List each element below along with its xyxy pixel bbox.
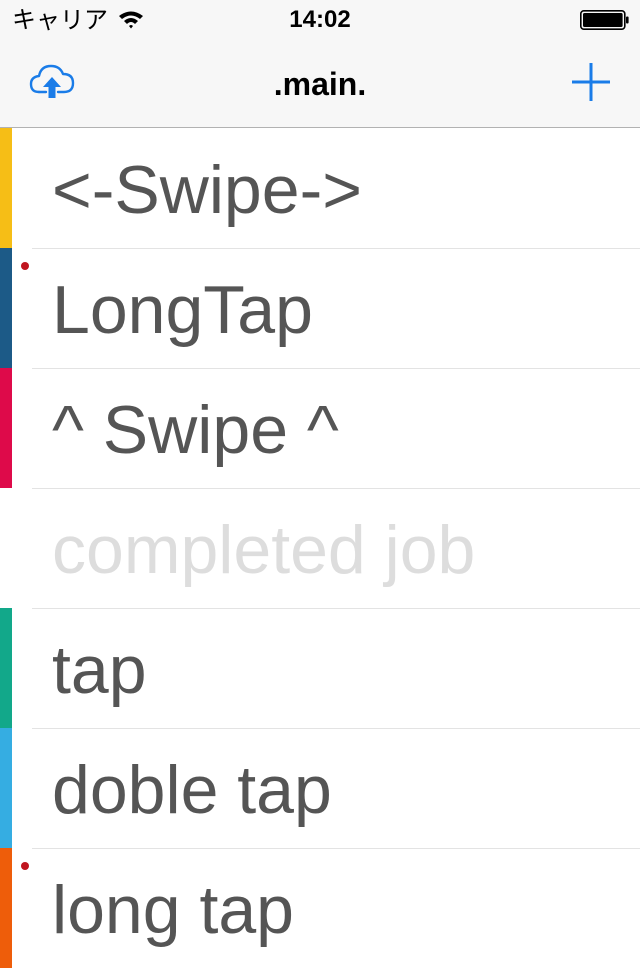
page-title: .main. — [273, 66, 367, 102]
list-item[interactable]: <-Swipe-> — [0, 128, 640, 248]
item-label: <-Swipe-> — [52, 152, 362, 228]
item-label: long tap — [52, 872, 294, 948]
task-list: <-Swipe-> LongTap ^ Swipe ^ completed jo… — [0, 128, 640, 968]
item-label: ^ Swipe ^ — [52, 392, 339, 468]
item-color-bar — [0, 728, 12, 848]
item-dot-indicator — [21, 862, 29, 870]
item-color-bar — [0, 848, 12, 968]
list-item[interactable]: completed job — [0, 488, 640, 608]
item-color-bar — [0, 368, 12, 488]
list-item[interactable]: LongTap — [0, 248, 640, 368]
item-label: tap — [52, 632, 147, 708]
item-color-bar — [0, 248, 12, 368]
item-label: completed job — [52, 512, 476, 588]
battery-icon — [580, 10, 629, 30]
item-dot-indicator — [21, 262, 29, 270]
list-item[interactable]: ^ Swipe ^ — [0, 368, 640, 488]
list-item[interactable]: tap — [0, 608, 640, 728]
plus-icon[interactable] — [570, 61, 612, 103]
list-item[interactable]: doble tap — [0, 728, 640, 848]
item-label: doble tap — [52, 752, 332, 828]
status-time: 14:02 — [289, 6, 351, 33]
item-label: LongTap — [52, 272, 313, 348]
item-color-bar — [0, 128, 12, 248]
list-item[interactable]: long tap — [0, 848, 640, 968]
navigation-bar: .main. — [0, 40, 640, 128]
top-bar: キャリア 14:02 .main. — [0, 0, 640, 128]
status-bar: キャリア 14:02 — [0, 0, 640, 40]
item-color-bar — [0, 608, 12, 728]
